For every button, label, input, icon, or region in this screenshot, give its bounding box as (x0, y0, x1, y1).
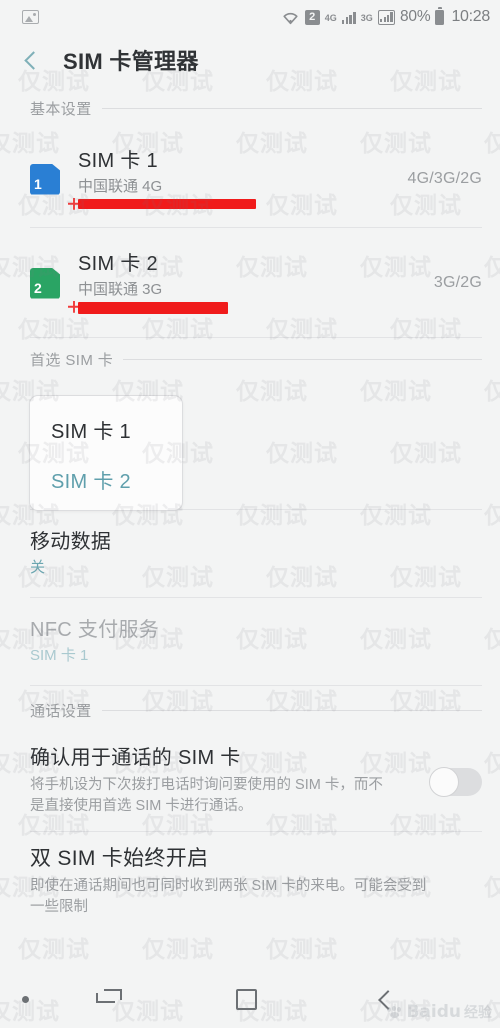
sim-card-1-network-mode: 4G/3G/2G (407, 170, 482, 187)
sim-card-1-name: SIM 卡 1 (78, 150, 158, 173)
confirm-call-sim-toggle[interactable] (429, 767, 482, 797)
back-icon[interactable] (376, 988, 398, 1010)
mobile-data-value: 关 (30, 559, 46, 577)
nfc-payment-row[interactable]: NFC 支付服务 SIM 卡 1 (0, 598, 500, 686)
dual-sim-always-on-row[interactable]: 双 SIM 卡始终开启 即使在通话期间也可同时收到两张 SIM 卡的来电。可能会… (0, 832, 500, 924)
preferred-sim-dropdown-popup[interactable]: SIM 卡 1 SIM 卡 2 (29, 395, 183, 511)
network-label-3g: 3G (360, 13, 373, 23)
divider (101, 107, 482, 109)
battery-icon (435, 6, 445, 25)
watermark-text: 仅测试 (142, 937, 214, 963)
section-header-basic-label: 基本设置 (30, 100, 92, 118)
section-header-preferred-sim-label: 首选 SIM 卡 (30, 351, 114, 369)
sim-card-row-2[interactable]: 2 SIM 卡 2 中国联通 3G 3G/2G (0, 228, 500, 338)
status-bar: 2 4G 3G 80% 10:28 (0, 0, 500, 34)
back-chevron-icon[interactable] (20, 49, 42, 71)
section-header-preferred-sim: 首选 SIM 卡 (0, 338, 500, 380)
divider (123, 358, 482, 360)
home-icon[interactable] (236, 988, 257, 1010)
watermark-text: 仅测试 (390, 937, 462, 963)
watermark-text: 仅测试 (18, 937, 90, 963)
sim-count-badge: 2 (304, 9, 320, 25)
network-label-4g: 4G (324, 13, 337, 23)
phone-screen: 2 4G 3G 80% 10:28 SIM 卡管理器 基本设置 1 SIM 卡 … (0, 0, 500, 1028)
mobile-data-title: 移动数据 (30, 531, 112, 554)
system-nav-bar (0, 970, 500, 1028)
sim-card-icon-2: 2 (30, 267, 60, 299)
signal-bars-sim1-icon (341, 11, 356, 24)
sim-card-icon-1: 1 (30, 163, 60, 195)
dropdown-option-sim2[interactable]: SIM 卡 2 (30, 454, 182, 504)
sim-card-2-carrier: 中国联通 3G (78, 281, 163, 299)
page-title: SIM 卡管理器 (63, 49, 199, 74)
sim-card-2-name: SIM 卡 2 (78, 253, 158, 276)
sim-card-1-carrier: 中国联通 4G (78, 178, 163, 196)
confirm-call-sim-description: 将手机设为下次拨打电话时询问要使用的 SIM 卡，而不是直接使用首选 SIM 卡… (30, 777, 383, 815)
section-header-call-label: 通话设置 (30, 702, 92, 720)
toggle-knob (429, 767, 459, 797)
mobile-data-row[interactable]: 移动数据 关 (0, 510, 500, 598)
sim-card-1-number-redacted (78, 198, 256, 209)
dual-sim-always-on-title: 双 SIM 卡始终开启 (30, 847, 209, 870)
sim-card-2-network-mode: 3G/2G (433, 274, 482, 291)
nfc-payment-value: SIM 卡 1 (30, 647, 89, 665)
watermark-text: 仅测试 (266, 937, 338, 963)
battery-percent: 80% (400, 8, 431, 25)
wifi-icon (283, 12, 298, 24)
image-icon (22, 10, 39, 24)
section-header-basic: 基本设置 (0, 86, 500, 130)
recent-apps-icon[interactable] (96, 989, 122, 1009)
watermark-row: 仅测试仅测试仅测试仅测试仅测试仅测试仅测试 (18, 930, 500, 964)
signal-bars-sim2-icon (377, 9, 396, 25)
divider (101, 709, 482, 711)
sim-card-2-number-redacted (78, 301, 228, 314)
divider (30, 337, 482, 338)
dot-indicator-icon (22, 995, 29, 1003)
dual-sim-always-on-description: 即使在通话期间也可同时收到两张 SIM 卡的来电。可能会受到一些限制 (30, 878, 427, 916)
section-header-call: 通话设置 (0, 686, 500, 734)
app-bar: SIM 卡管理器 (0, 34, 500, 86)
divider (30, 685, 482, 686)
confirm-call-sim-row[interactable]: 确认用于通话的 SIM 卡 将手机设为下次拨打电话时询问要使用的 SIM 卡，而… (0, 734, 500, 832)
sim-card-row-1[interactable]: 1 SIM 卡 1 中国联通 4G 4G/3G/2G (0, 130, 500, 228)
nfc-payment-title: NFC 支付服务 (30, 619, 160, 642)
status-clock: 10:28 (451, 8, 490, 25)
confirm-call-sim-title: 确认用于通话的 SIM 卡 (30, 747, 241, 769)
dropdown-option-sim1[interactable]: SIM 卡 1 (30, 404, 182, 454)
